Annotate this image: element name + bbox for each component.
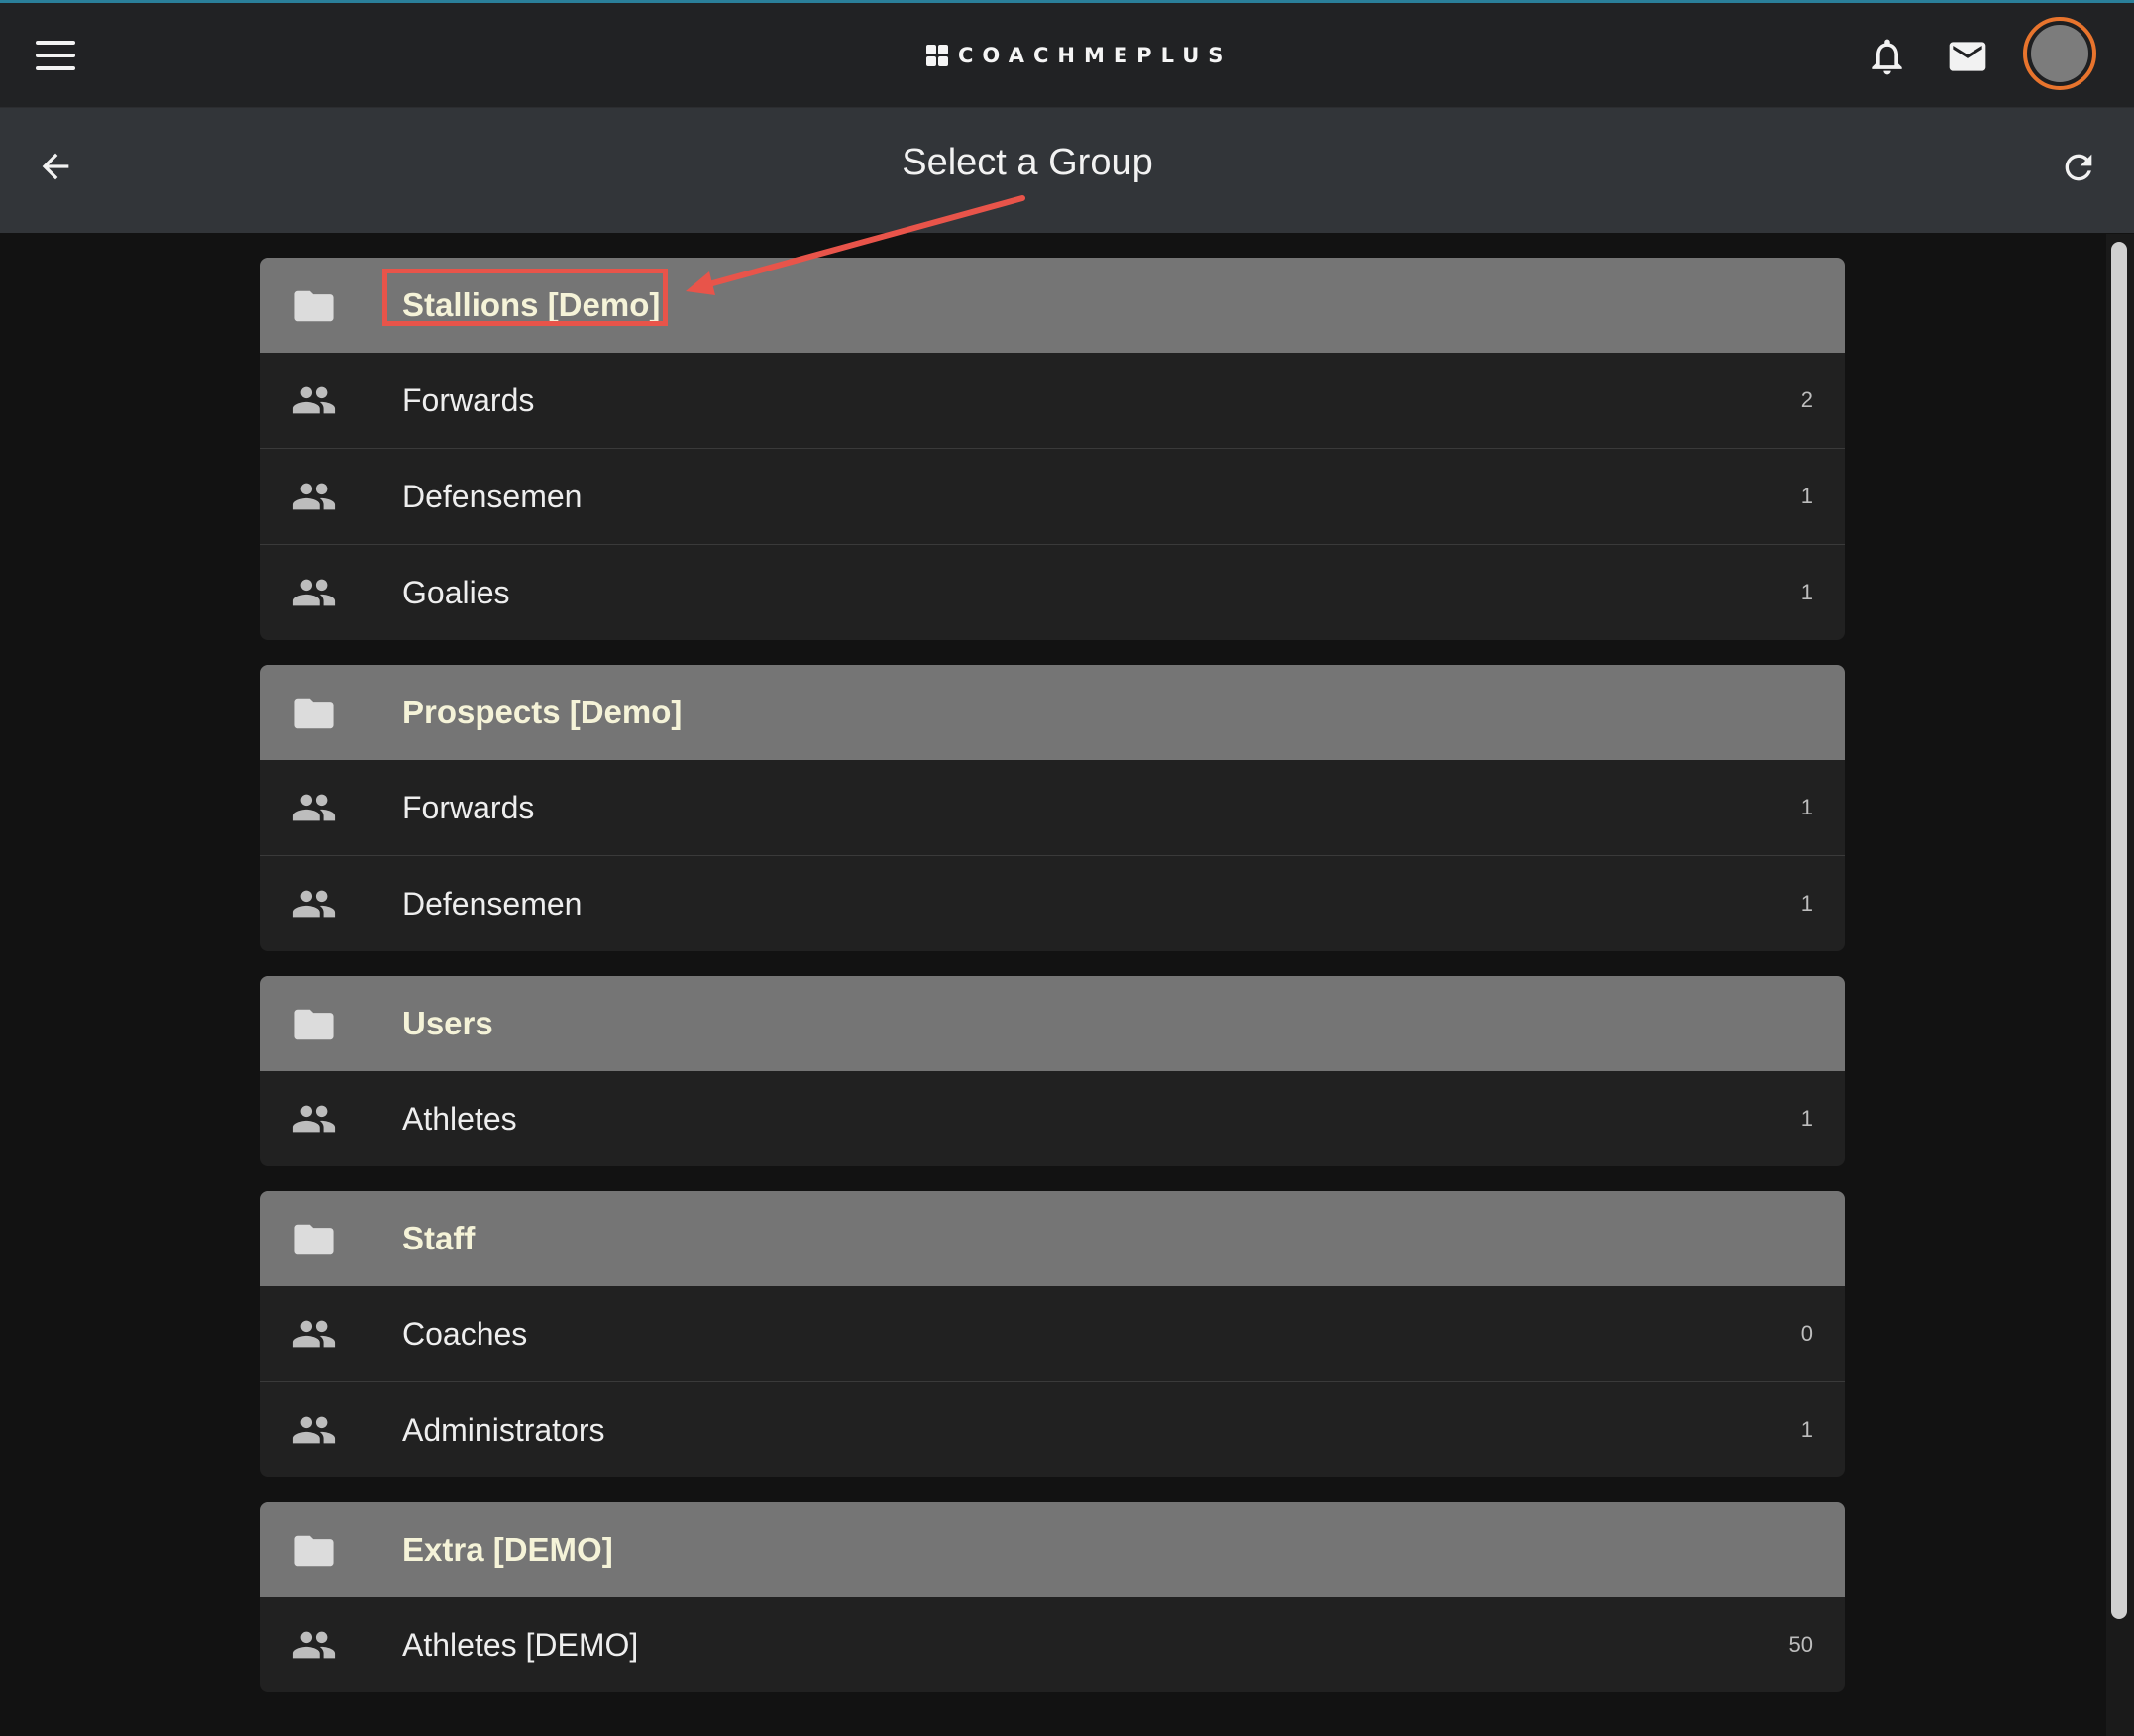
app-top-bar: COACHMEPLUS <box>0 3 2134 108</box>
group-list-item[interactable]: Goalies 1 <box>260 545 1845 640</box>
group-name: Prospects [Demo] <box>402 694 683 730</box>
group-item-label: Forwards <box>402 790 535 825</box>
logo-mark-icon <box>926 45 948 66</box>
group-item-label: Administrators <box>402 1412 605 1448</box>
member-count: 1 <box>1800 891 1813 916</box>
scrollbar-thumb[interactable] <box>2111 242 2127 1619</box>
member-count: 1 <box>1800 1417 1813 1442</box>
folder-icon <box>293 1534 335 1568</box>
group-name: Stallions [Demo] <box>402 286 661 323</box>
avatar-image <box>2031 25 2088 82</box>
bell-icon[interactable] <box>1866 35 1909 78</box>
member-count: 50 <box>1788 1632 1813 1657</box>
people-icon <box>291 1103 337 1135</box>
group-item-label: Forwards <box>402 382 535 418</box>
group-list: Stallions [Demo] Forwards 2 Defensemen 1 Goal… <box>260 258 1845 1717</box>
group-header[interactable]: Staff <box>260 1191 1845 1286</box>
group-list-item[interactable]: Athletes [DEMO] 50 <box>260 1597 1845 1692</box>
people-icon <box>291 1318 337 1350</box>
group-header[interactable]: Users <box>260 976 1845 1071</box>
group-section: Extra [DEMO] Athletes [DEMO] 50 <box>260 1502 1845 1692</box>
group-name: Users <box>402 1005 493 1041</box>
group-item-label: Goalies <box>402 575 510 610</box>
group-list-item[interactable]: Forwards 2 <box>260 353 1845 449</box>
folder-icon <box>293 289 335 323</box>
group-section: Users Athletes 1 <box>260 976 1845 1166</box>
user-avatar[interactable] <box>2023 17 2096 90</box>
group-item-label: Defensemen <box>402 886 583 922</box>
member-count: 1 <box>1800 1106 1813 1131</box>
group-list-item[interactable]: Athletes 1 <box>260 1071 1845 1166</box>
group-item-label: Athletes <box>402 1101 517 1137</box>
people-icon <box>291 1414 337 1446</box>
group-name: Extra [DEMO] <box>402 1531 613 1568</box>
scrollbar[interactable] <box>2106 234 2134 1736</box>
page-title: Select a Group <box>902 142 1153 183</box>
member-count: 0 <box>1800 1321 1813 1346</box>
people-icon <box>291 1629 337 1661</box>
group-section: Prospects [Demo] Forwards 1 Defensemen 1 <box>260 665 1845 951</box>
people-icon <box>291 384 337 416</box>
group-list-item[interactable]: Defensemen 1 <box>260 856 1845 951</box>
member-count: 1 <box>1800 580 1813 604</box>
group-list-item[interactable]: Defensemen 1 <box>260 449 1845 545</box>
group-item-label: Defensemen <box>402 479 583 514</box>
people-icon <box>291 577 337 608</box>
group-item-label: Coaches <box>402 1316 528 1352</box>
refresh-icon[interactable] <box>2059 148 2098 187</box>
people-icon <box>291 481 337 512</box>
folder-icon <box>293 697 335 730</box>
group-list-item[interactable]: Administrators 1 <box>260 1382 1845 1477</box>
group-section: Stallions [Demo] Forwards 2 Defensemen 1 Goal… <box>260 258 1845 640</box>
group-item-label: Athletes [DEMO] <box>402 1627 639 1663</box>
app-brand-name: COACHMEPLUS <box>958 44 1232 67</box>
group-header[interactable]: Prospects [Demo] <box>260 665 1845 760</box>
folder-icon <box>293 1008 335 1041</box>
people-icon <box>291 792 337 823</box>
group-header[interactable]: Extra [DEMO] <box>260 1502 1845 1597</box>
group-list-item[interactable]: Coaches 0 <box>260 1286 1845 1382</box>
group-section: Staff Coaches 0 Administrators 1 <box>260 1191 1845 1477</box>
member-count: 1 <box>1800 484 1813 508</box>
group-name: Staff <box>402 1220 476 1256</box>
group-header[interactable]: Stallions [Demo] <box>260 258 1845 353</box>
member-count: 2 <box>1800 387 1813 412</box>
group-list-item[interactable]: Forwards 1 <box>260 760 1845 856</box>
group-list-area: Stallions [Demo] Forwards 2 Defensemen 1 Goal… <box>0 234 2106 1736</box>
member-count: 1 <box>1800 795 1813 819</box>
folder-icon <box>293 1223 335 1256</box>
app-logo: COACHMEPLUS <box>926 41 1231 70</box>
menu-icon[interactable] <box>36 41 75 70</box>
mail-icon[interactable] <box>1946 35 1989 78</box>
people-icon <box>291 888 337 920</box>
